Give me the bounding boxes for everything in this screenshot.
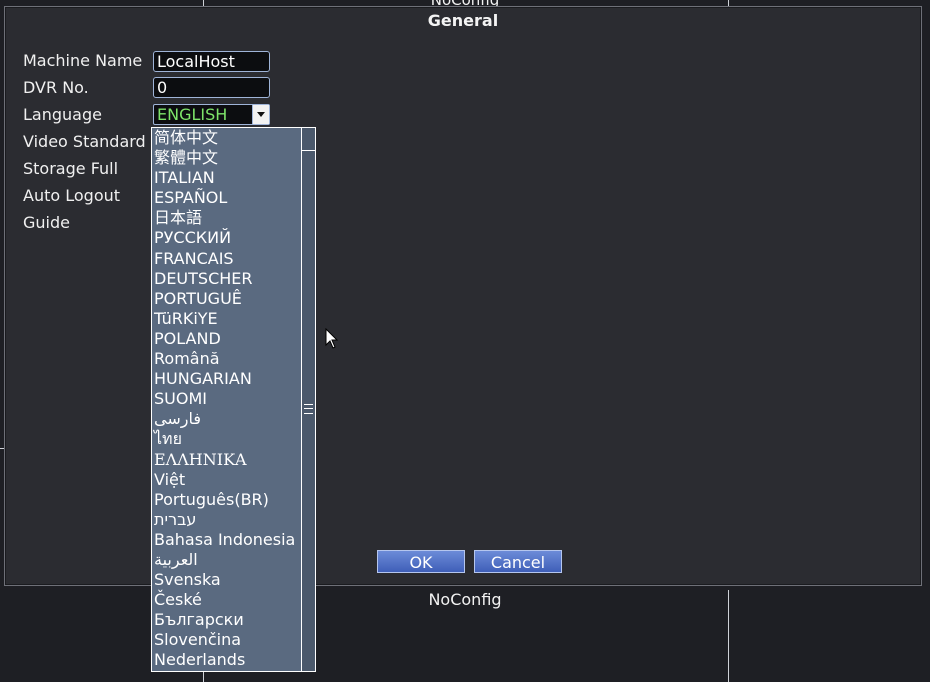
video-standard-label: Video Standard xyxy=(23,132,146,151)
dropdown-scrollbar[interactable] xyxy=(301,128,315,671)
language-option[interactable]: Română xyxy=(152,349,300,369)
language-option[interactable]: Nederlands xyxy=(152,650,300,670)
channel-label-bottom: NoConfig xyxy=(428,590,502,609)
language-option[interactable]: فارسی xyxy=(152,409,300,429)
language-option[interactable]: עברית xyxy=(152,510,300,530)
cancel-button[interactable]: Cancel xyxy=(474,550,562,573)
auto-logout-label: Auto Logout xyxy=(23,186,121,205)
general-settings-dialog: General Machine Name DVR No. Language EN… xyxy=(4,6,922,586)
language-option[interactable]: العربية xyxy=(152,550,300,570)
language-options: 简体中文 繁體中文 ITALIAN ESPAÑOL 日本語 РУССКИЙ FR… xyxy=(152,128,300,671)
language-option[interactable]: Български xyxy=(152,610,300,630)
language-option[interactable]: ไทย xyxy=(152,429,300,449)
language-dropdown-list[interactable]: 简体中文 繁體中文 ITALIAN ESPAÑOL 日本語 РУССКИЙ FR… xyxy=(151,127,316,672)
language-option[interactable]: 日本語 xyxy=(152,208,300,228)
language-option[interactable]: Bahasa Indonesia xyxy=(152,530,300,550)
dvr-no-input[interactable] xyxy=(153,77,270,98)
language-option[interactable]: Slovenčina xyxy=(152,630,300,650)
language-option[interactable]: TüRKiYE xyxy=(152,309,300,329)
storage-full-label: Storage Full xyxy=(23,159,119,178)
ok-button[interactable]: OK xyxy=(377,550,465,573)
language-option[interactable]: 繁體中文 xyxy=(152,148,300,168)
dialog-title: General xyxy=(427,11,499,30)
language-selected-value: ENGLISH xyxy=(157,105,228,124)
grid-line xyxy=(728,590,729,682)
language-option[interactable]: DEUTSCHER xyxy=(152,269,300,289)
mouse-pointer-icon xyxy=(325,328,339,349)
language-option[interactable]: 简体中文 xyxy=(152,128,300,148)
dvr-no-label: DVR No. xyxy=(23,78,89,97)
language-option[interactable]: Svenska xyxy=(152,570,300,590)
language-option[interactable]: SUOMI xyxy=(152,389,300,409)
language-option[interactable]: ESPAÑOL xyxy=(152,188,300,208)
chevron-down-icon[interactable] xyxy=(252,105,269,124)
scroll-grip-icon xyxy=(304,404,313,414)
language-select[interactable]: ENGLISH xyxy=(153,104,270,125)
language-option[interactable]: FRANCAIS xyxy=(152,249,300,269)
language-option[interactable]: POLAND xyxy=(152,329,300,349)
language-option[interactable]: РУССКИЙ xyxy=(152,228,300,248)
machine-name-input[interactable] xyxy=(153,51,270,72)
language-option[interactable]: ITALIAN xyxy=(152,168,300,188)
language-option[interactable]: PORTUGUÊ xyxy=(152,289,300,309)
language-option[interactable]: HUNGARIAN xyxy=(152,369,300,389)
machine-name-label: Machine Name xyxy=(23,51,143,70)
language-option[interactable]: České xyxy=(152,590,300,610)
language-option[interactable]: Việt xyxy=(152,470,300,490)
language-option[interactable]: ΕΛΛΗΝΙΚΑ xyxy=(152,450,300,470)
language-label: Language xyxy=(23,105,102,124)
language-option[interactable]: Português(BR) xyxy=(152,490,300,510)
scroll-up-button[interactable] xyxy=(302,128,315,151)
guide-label: Guide xyxy=(23,213,70,232)
